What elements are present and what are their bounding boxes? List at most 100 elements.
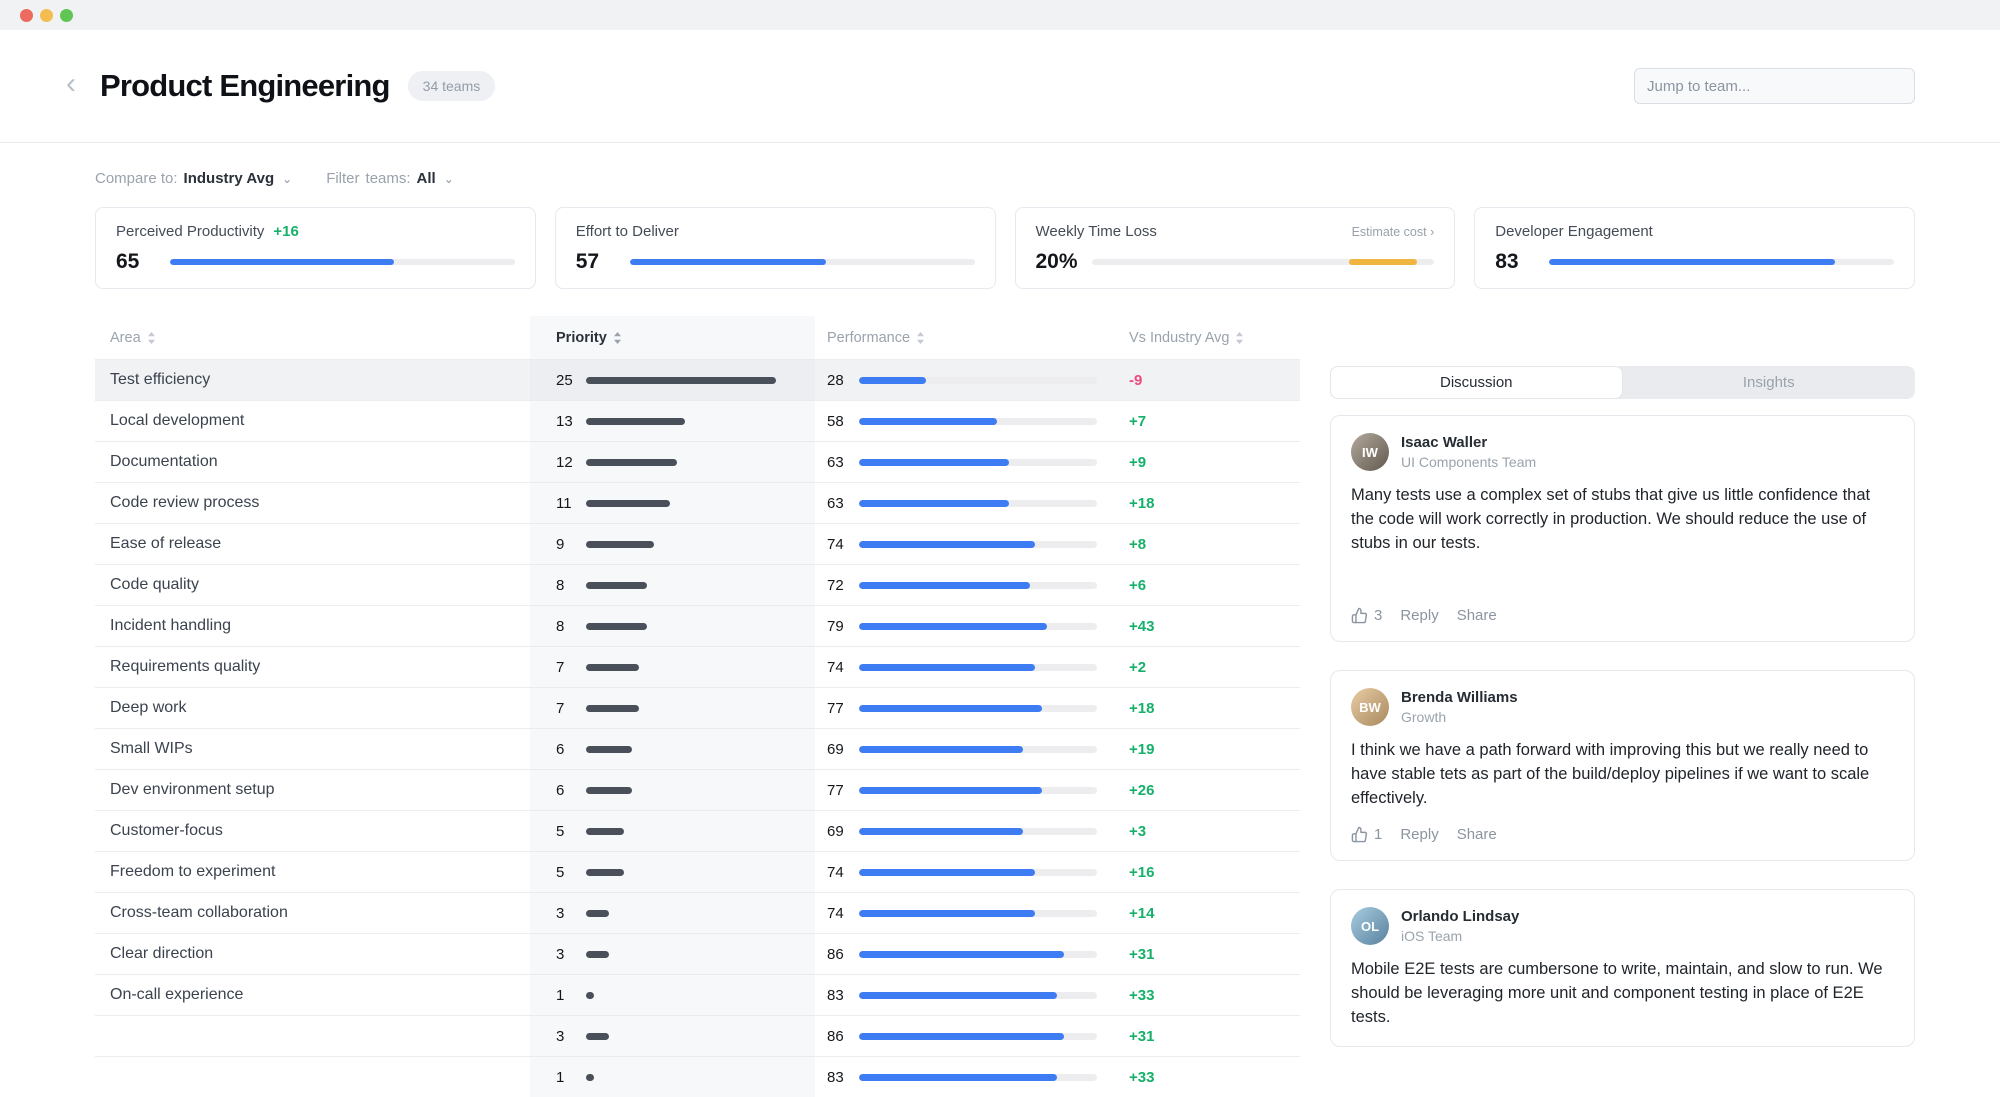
priority-cell: 6: [530, 729, 815, 769]
table-row[interactable]: Small WIPs 6 69 +19: [95, 728, 1300, 769]
table-row[interactable]: Deep work 7 77 +18: [95, 687, 1300, 728]
metric-progress-bar: [170, 259, 515, 265]
priority-cell: 5: [530, 852, 815, 892]
vs-industry-avg-cell: +18: [1115, 483, 1300, 523]
sort-icon: [916, 331, 925, 345]
table-row[interactable]: Local development 13 58 +7: [95, 400, 1300, 441]
priority-cell: 1: [530, 975, 815, 1015]
compare-to-label: Compare to:: [95, 170, 178, 187]
table-row[interactable]: Dev environment setup 6 77 +26: [95, 769, 1300, 810]
priority-cell: 7: [530, 647, 815, 687]
priority-bar: [586, 541, 654, 548]
metric-card: Weekly Time Loss Estimate cost › 20%: [1015, 207, 1456, 289]
area-cell: Requirements quality: [95, 647, 530, 687]
close-button[interactable]: [20, 9, 33, 22]
column-header-priority[interactable]: Priority: [530, 316, 815, 359]
priority-cell: 12: [530, 442, 815, 482]
column-header-performance[interactable]: Performance: [815, 316, 1115, 359]
sort-icon: [1235, 331, 1244, 345]
maximize-button[interactable]: [60, 9, 73, 22]
area-cell: Incident handling: [95, 606, 530, 646]
priority-bar: [586, 992, 594, 999]
priority-cell: 9: [530, 524, 815, 564]
metric-progress-bar: [630, 259, 975, 265]
performance-cell: 74: [815, 893, 1115, 933]
column-header-area[interactable]: Area: [95, 316, 530, 359]
metric-value: 20%: [1036, 250, 1078, 274]
table-row[interactable]: 1 83 +33: [95, 1056, 1300, 1097]
vs-industry-avg-cell: +16: [1115, 852, 1300, 892]
priority-bar: [586, 951, 609, 958]
sort-icon: [613, 331, 622, 345]
area-cell: Clear direction: [95, 934, 530, 974]
table-row[interactable]: Test efficiency 25 28 -9: [95, 359, 1300, 400]
share-button[interactable]: Share: [1457, 607, 1497, 624]
comment-team: iOS Team: [1401, 928, 1519, 944]
minimize-button[interactable]: [40, 9, 53, 22]
share-button[interactable]: Share: [1457, 826, 1497, 843]
area-cell: [95, 1016, 530, 1056]
vs-industry-avg-cell: +2: [1115, 647, 1300, 687]
tab-insights[interactable]: Insights: [1623, 366, 1916, 399]
table-row[interactable]: Documentation 12 63 +9: [95, 441, 1300, 482]
performance-cell: 77: [815, 688, 1115, 728]
vs-industry-avg-cell: -9: [1115, 360, 1300, 400]
comment-actions: 1 Reply Share: [1351, 826, 1894, 843]
comment-author: Isaac Waller: [1401, 434, 1536, 451]
table-row[interactable]: Customer-focus 5 69 +3: [95, 810, 1300, 851]
like-button[interactable]: 3: [1351, 607, 1382, 624]
table-row[interactable]: Code quality 8 72 +6: [95, 564, 1300, 605]
table-row[interactable]: On-call experience 1 83 +33: [95, 974, 1300, 1015]
column-header-vs-industry-avg[interactable]: Vs Industry Avg: [1115, 316, 1300, 359]
filter-label: Filter: [326, 170, 359, 187]
comment-text: Many tests use a complex set of stubs th…: [1351, 483, 1894, 555]
table-row[interactable]: Freedom to experiment 5 74 +16: [95, 851, 1300, 892]
reply-button[interactable]: Reply: [1400, 826, 1438, 843]
filter-teams-dropdown[interactable]: All: [417, 170, 436, 187]
chevron-down-icon: ⌄: [444, 172, 454, 186]
vs-industry-avg-cell: +26: [1115, 770, 1300, 810]
priority-bar: [586, 418, 685, 425]
metric-card: Developer Engagement 83: [1474, 207, 1915, 289]
priority-cell: 8: [530, 565, 815, 605]
vs-industry-avg-cell: +31: [1115, 1016, 1300, 1056]
performance-bar: [859, 746, 1097, 753]
compare-to-dropdown[interactable]: Industry Avg: [184, 170, 275, 187]
priority-cell: 3: [530, 934, 815, 974]
table-row[interactable]: Requirements quality 7 74 +2: [95, 646, 1300, 687]
priority-bar: [586, 869, 624, 876]
area-cell: Test efficiency: [95, 360, 530, 400]
performance-bar: [859, 705, 1097, 712]
tab-discussion[interactable]: Discussion: [1330, 366, 1623, 399]
estimate-cost-link[interactable]: Estimate cost ›: [1352, 225, 1435, 239]
table-row[interactable]: 3 86 +31: [95, 1015, 1300, 1056]
area-cell: Freedom to experiment: [95, 852, 530, 892]
area-cell: [95, 1057, 530, 1097]
priority-cell: 1: [530, 1057, 815, 1097]
table-body: Test efficiency 25 28 -9 Local developme…: [95, 359, 1300, 1097]
jump-to-team-input[interactable]: [1634, 68, 1915, 104]
comments-list: IW Isaac Waller UI Components Team Many …: [1330, 415, 1915, 1047]
metric-delta: +16: [273, 223, 298, 240]
vs-industry-avg-cell: +9: [1115, 442, 1300, 482]
performance-bar: [859, 377, 1097, 384]
performance-cell: 77: [815, 770, 1115, 810]
vs-industry-avg-cell: +8: [1115, 524, 1300, 564]
table-row[interactable]: Code review process 11 63 +18: [95, 482, 1300, 523]
table-row[interactable]: Cross-team collaboration 3 74 +14: [95, 892, 1300, 933]
table-row[interactable]: Incident handling 8 79 +43: [95, 605, 1300, 646]
table-row[interactable]: Clear direction 3 86 +31: [95, 933, 1300, 974]
comment-author: Orlando Lindsay: [1401, 908, 1519, 925]
area-cell: Dev environment setup: [95, 770, 530, 810]
table-header: Area Priority Performance Vs Industry Av…: [95, 316, 1300, 359]
priority-cell: 25: [530, 360, 815, 400]
metric-value: 83: [1495, 250, 1535, 274]
like-button[interactable]: 1: [1351, 826, 1382, 843]
back-button[interactable]: ‹: [66, 69, 90, 99]
reply-button[interactable]: Reply: [1400, 607, 1438, 624]
vs-industry-avg-cell: +6: [1115, 565, 1300, 605]
avatar: OL: [1351, 907, 1389, 945]
priority-bar: [586, 787, 632, 794]
table-row[interactable]: Ease of release 9 74 +8: [95, 523, 1300, 564]
priority-cell: 6: [530, 770, 815, 810]
